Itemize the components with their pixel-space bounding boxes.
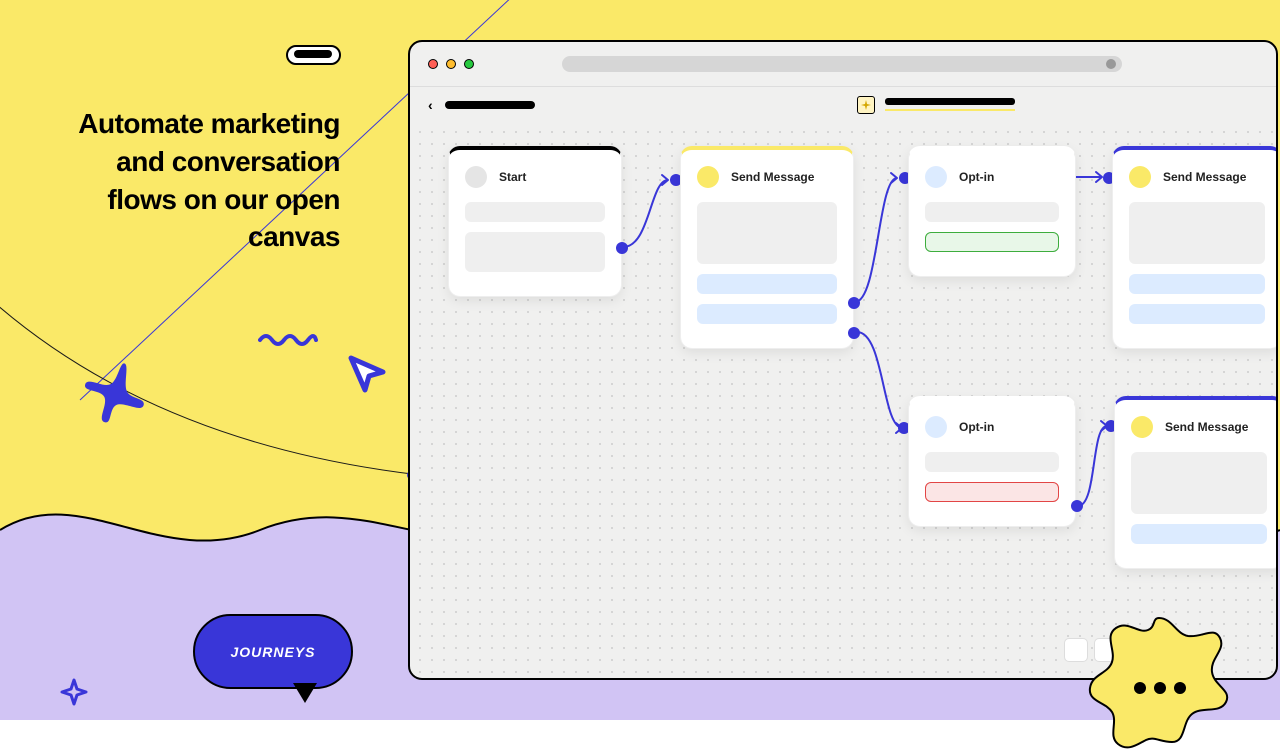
card-dot-icon — [465, 166, 487, 188]
journeys-bubble: JOURNEYS — [193, 614, 353, 689]
block — [1131, 452, 1267, 514]
window-minimize-icon[interactable] — [446, 59, 456, 69]
block — [465, 202, 605, 222]
tab-label-placeholder — [885, 98, 1015, 105]
squiggle-decoration — [258, 330, 318, 346]
block — [925, 232, 1059, 252]
card-dot-icon — [925, 416, 947, 438]
main-headline: Automate marketing and conversation flow… — [70, 105, 340, 256]
card-title: Send Message — [731, 170, 814, 184]
block — [1131, 524, 1267, 544]
block — [1129, 202, 1265, 264]
tab-icon[interactable] — [857, 96, 875, 114]
card-title: Opt-in — [959, 170, 994, 184]
node-port[interactable] — [616, 242, 628, 254]
block — [697, 202, 837, 264]
window-maximize-icon[interactable] — [464, 59, 474, 69]
block — [697, 304, 837, 324]
block — [925, 452, 1059, 472]
titlebar — [410, 42, 1276, 86]
toolbar: ‹ — [410, 86, 1276, 122]
back-arrow-icon[interactable]: ‹ — [428, 97, 433, 113]
card-start[interactable]: Start — [448, 146, 622, 297]
node-port[interactable] — [848, 297, 860, 309]
block — [1129, 274, 1265, 294]
card-optin-1[interactable]: Opt-in — [908, 146, 1076, 277]
node-port[interactable] — [1276, 328, 1278, 340]
canvas[interactable]: Start Send Message — [410, 122, 1276, 680]
card-dot-icon — [1129, 166, 1151, 188]
card-send-message-1[interactable]: Send Message — [680, 146, 854, 349]
card-title: Send Message — [1165, 420, 1248, 434]
card-dot-icon — [925, 166, 947, 188]
block — [925, 482, 1059, 502]
block — [925, 202, 1059, 222]
card-dot-icon — [697, 166, 719, 188]
card-title: Opt-in — [959, 420, 994, 434]
app-window: ‹ Start — [408, 40, 1278, 680]
node-port[interactable] — [848, 327, 860, 339]
block — [1129, 304, 1265, 324]
card-optin-2[interactable]: Opt-in — [908, 396, 1076, 527]
block — [697, 274, 837, 294]
tab-underline — [885, 109, 1015, 111]
cursor-icon — [345, 352, 391, 398]
card-title: Start — [499, 170, 526, 184]
card-send-message-3[interactable]: Send Message — [1114, 396, 1278, 569]
card-title: Send Message — [1163, 170, 1246, 184]
block — [465, 232, 605, 272]
card-send-message-2[interactable]: Send Message — [1112, 146, 1278, 349]
breadcrumb-placeholder — [445, 101, 535, 109]
card-dot-icon — [1131, 416, 1153, 438]
node-port[interactable] — [1071, 500, 1083, 512]
window-close-icon[interactable] — [428, 59, 438, 69]
chat-burst-icon — [1084, 612, 1234, 754]
address-bar[interactable] — [562, 56, 1122, 72]
plus-shape — [80, 358, 150, 428]
pill-decoration — [286, 45, 341, 65]
bubble-label: JOURNEYS — [230, 644, 315, 660]
node-port[interactable] — [1276, 298, 1278, 310]
mini-plus-decoration — [60, 678, 88, 706]
